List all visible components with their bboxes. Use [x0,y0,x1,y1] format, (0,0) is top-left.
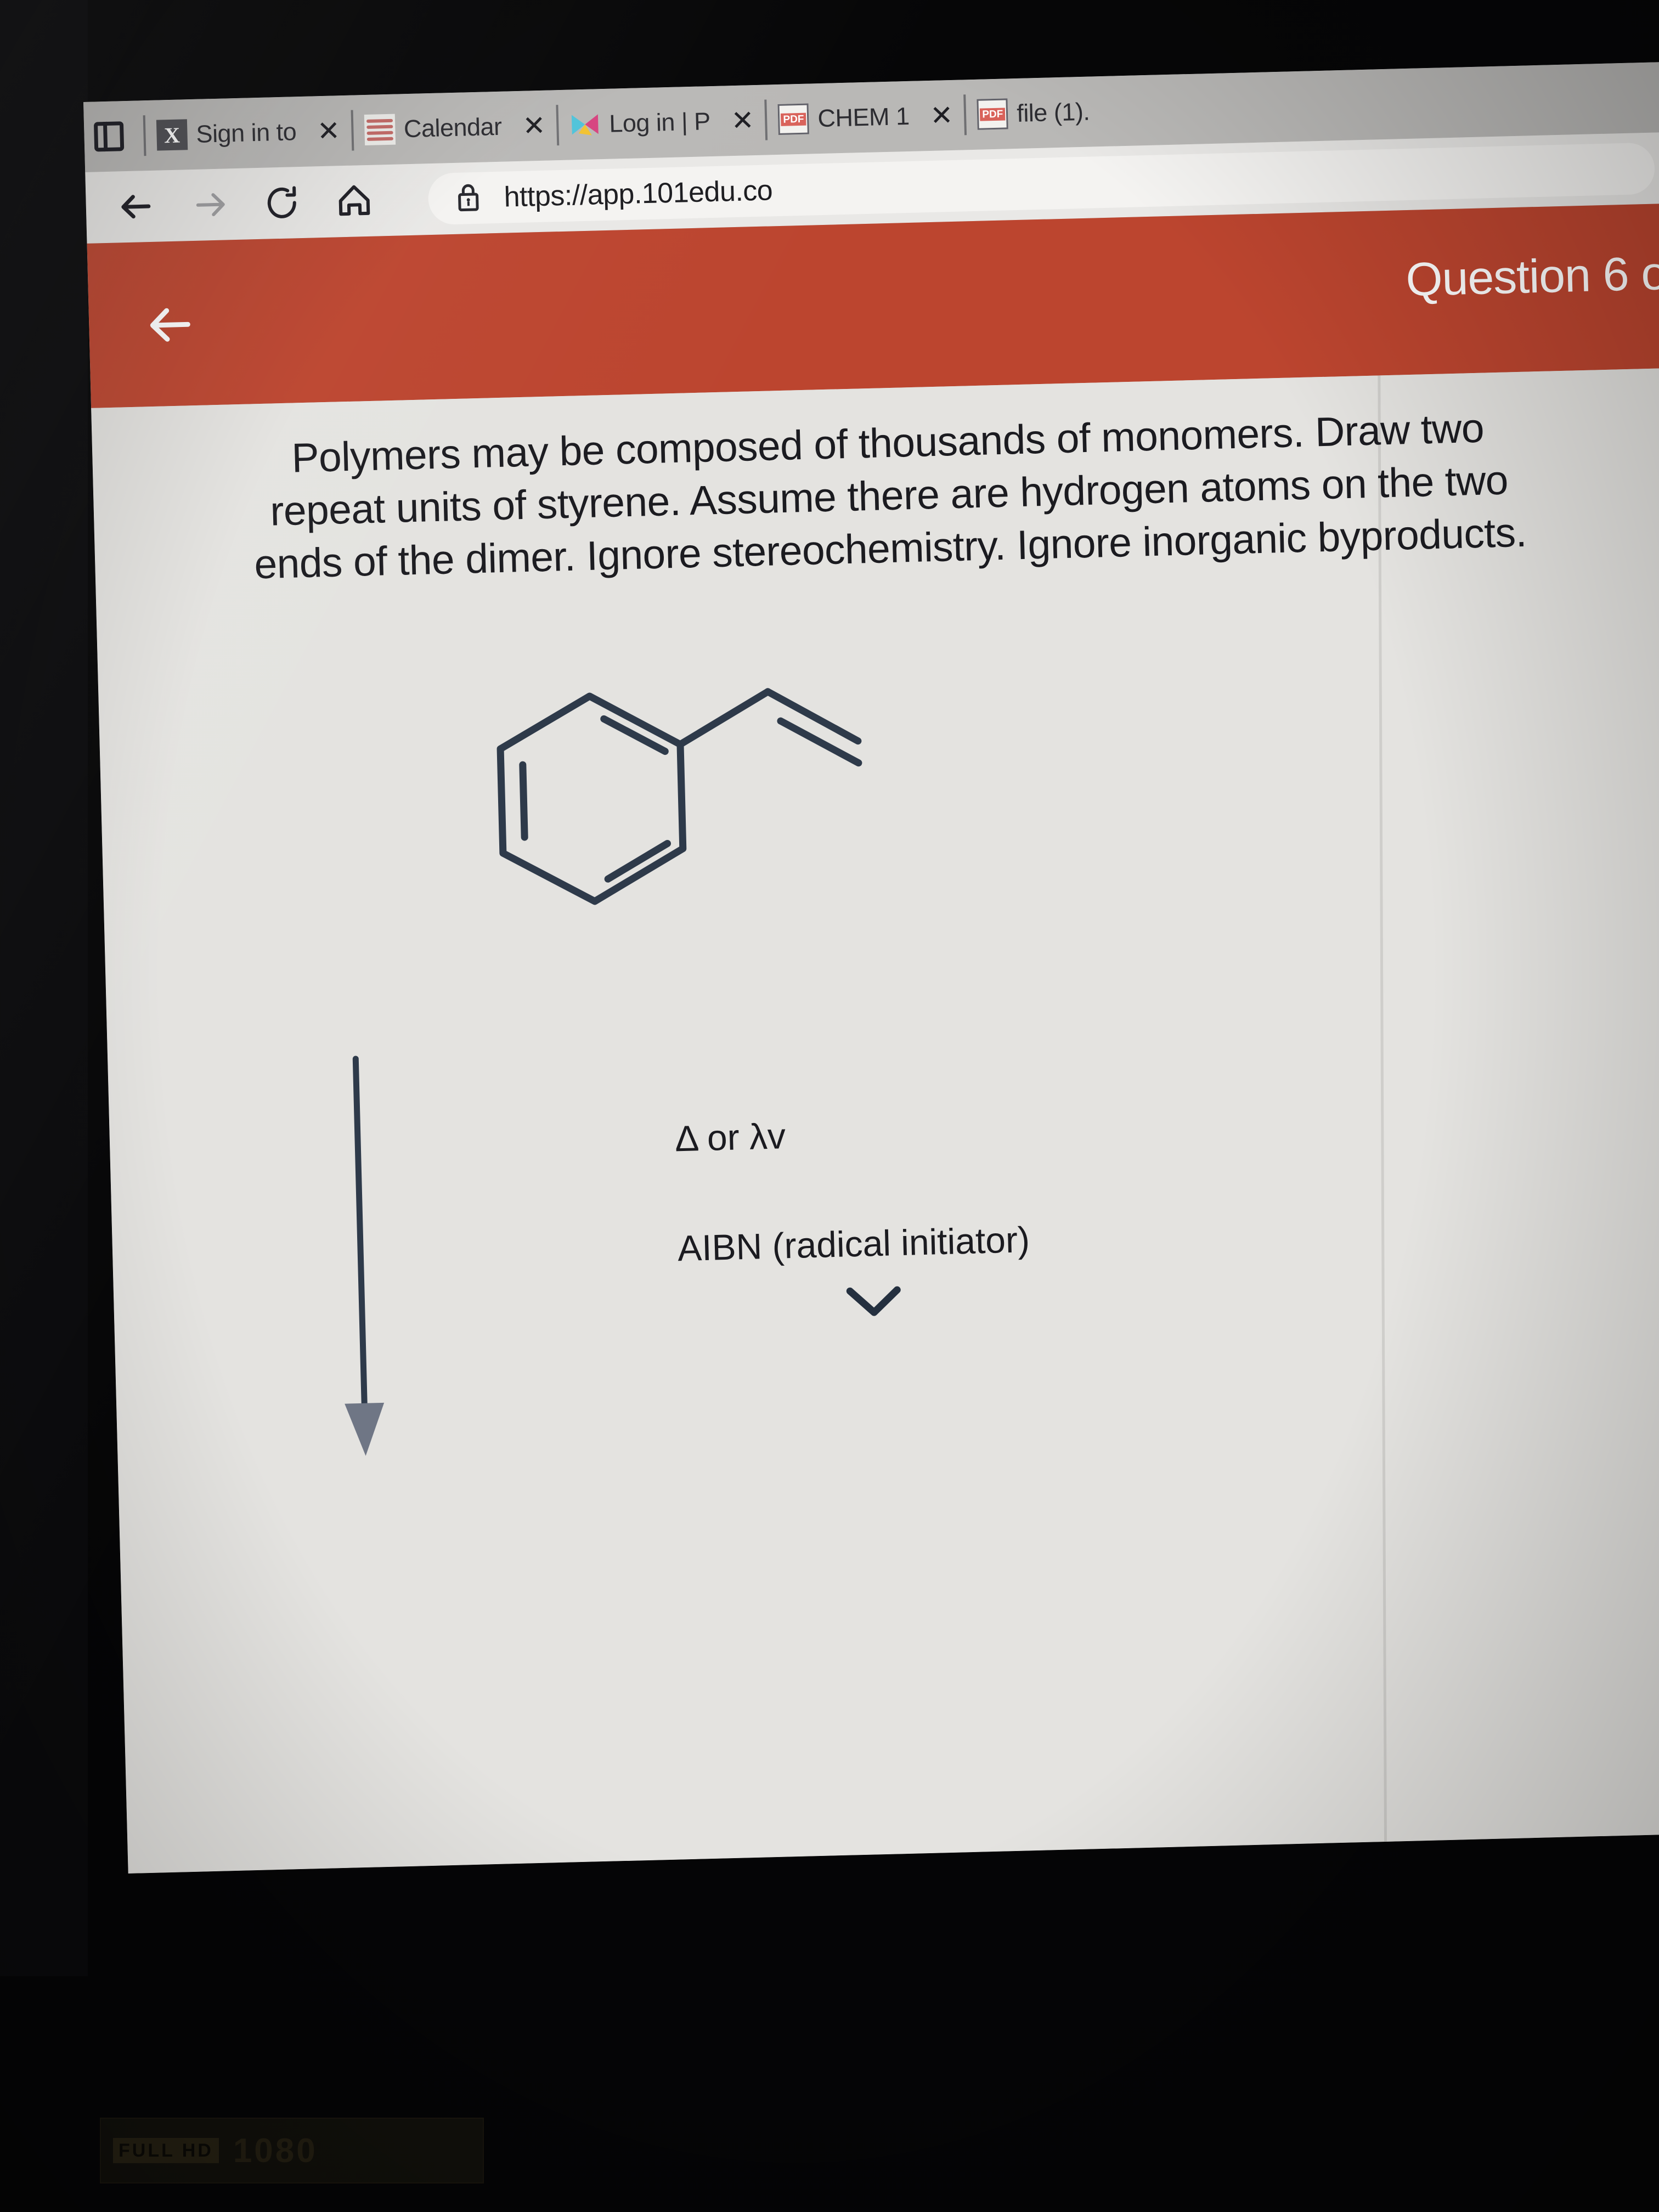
taskbar-icon-group: E [1062,1855,1655,1874]
widgets-icon[interactable] [1388,1860,1437,1874]
panel-divider [1378,375,1387,1842]
prism-icon [569,109,601,140]
pdf-icon: PDF [977,98,1009,130]
styrene-structure-diagram [333,618,1113,1134]
back-arrow-icon[interactable] [115,185,159,229]
browser-tab-sign-in[interactable]: X Sign in to ✕ [156,115,341,151]
pdf-label: PDF [980,107,1006,121]
reaction-arrow-icon [327,1053,425,1464]
chevron-down-icon[interactable] [843,1282,905,1325]
task-view-icon[interactable] [1279,1863,1329,1874]
tab-divider [764,99,768,140]
teams-icon[interactable] [1497,1858,1546,1874]
monitor-bezel-left [0,0,88,2212]
question-content-area: Polymers may be composed of thousands of… [91,368,1659,1874]
tab-divider [556,105,560,146]
tab-title: Log in | P [608,107,711,138]
pdf-icon: PDF [777,103,810,135]
page-title: Question 6 of 3 [1405,246,1659,307]
tab-close-icon[interactable]: ✕ [930,99,953,132]
start-icon[interactable] [1062,1869,1111,1874]
home-icon[interactable] [332,179,376,223]
reload-icon[interactable] [260,181,304,225]
reaction-condition-heat: Δ or λv [674,1115,786,1159]
sticker-badge: FULL HD [113,2138,219,2163]
excel-icon: X [156,119,188,151]
tab-title: Sign in to [195,117,297,148]
tab-title: Calendar [403,112,503,143]
reaction-condition-initiator: AIBN (radical initiator) [677,1219,1030,1269]
browser-tab-chem[interactable]: PDF CHEM 1 ✕ [777,99,953,136]
tab-close-icon[interactable]: ✕ [317,115,340,147]
browser-tab-log-in[interactable]: Log in | P ✕ [569,104,755,140]
tab-title: file (1). [1016,97,1090,127]
url-text: https://app.101edu.co [503,174,773,213]
tab-title: CHEM 1 [817,101,910,133]
search-icon[interactable] [1171,1866,1220,1874]
lock-icon[interactable] [452,180,485,216]
app-back-arrow-icon[interactable] [143,298,197,352]
question-prompt-text: Polymers may be composed of thousands of… [253,404,1527,588]
sticker-text: 1080 [233,2131,318,2170]
browser-tab-calendar[interactable]: Calendar ✕ [364,110,546,146]
tab-divider [351,110,354,151]
monitor-spec-sticker: FULL HD 1080 [100,2118,484,2183]
tab-close-icon[interactable]: ✕ [731,104,754,137]
tab-divider [143,115,146,156]
photo-of-monitor: X Sign in to ✕ Calendar ✕ Log in | P ✕ P… [0,0,1659,2212]
pdf-label: PDF [781,112,806,126]
edge-icon[interactable]: E [1605,1855,1655,1874]
calendar-icon [364,114,396,146]
forward-arrow-icon [188,183,232,227]
tab-close-icon[interactable]: ✕ [522,110,546,142]
svg-text:E: E [1620,1864,1639,1874]
browser-tab-file[interactable]: PDF file (1). [977,97,1090,130]
tab-list-button[interactable] [93,121,125,152]
tab-divider [963,94,967,136]
monitor-screen: X Sign in to ✕ Calendar ✕ Log in | P ✕ P… [83,61,1659,1874]
